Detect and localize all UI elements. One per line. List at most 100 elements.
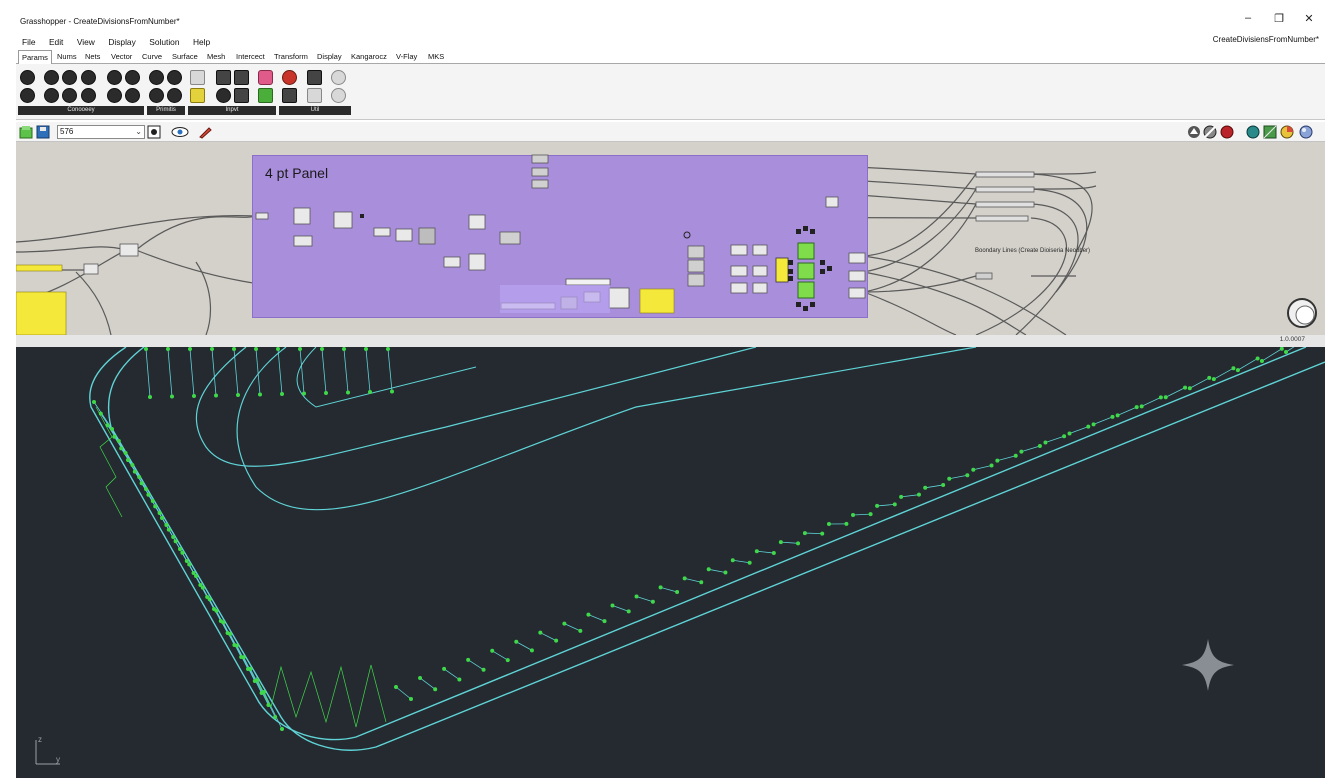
component-node[interactable]: [373, 227, 391, 237]
menu-view[interactable]: View: [77, 34, 95, 50]
rhino-viewport[interactable]: z y: [16, 347, 1325, 778]
brep-icon[interactable]: [62, 70, 77, 85]
component-node[interactable]: [255, 212, 269, 220]
component-node[interactable]: [730, 244, 748, 256]
arrow-outline-icon[interactable]: [307, 88, 322, 103]
param-grip[interactable]: [788, 260, 793, 265]
preview-selected-icon[interactable]: [1220, 125, 1234, 139]
param-grip[interactable]: [827, 266, 832, 271]
component-node[interactable]: [119, 243, 139, 257]
param-grip[interactable]: [796, 302, 801, 307]
graph-mapper-icon[interactable]: [258, 88, 273, 103]
tab-vflay[interactable]: V-Flay: [393, 50, 420, 64]
component-node[interactable]: [848, 270, 866, 282]
close-button[interactable]: ✕: [1300, 12, 1318, 25]
param-grip[interactable]: [683, 231, 691, 239]
component-node[interactable]: [752, 282, 768, 294]
mesh-settings-icon[interactable]: [1263, 125, 1277, 139]
param-grip[interactable]: [810, 229, 815, 234]
slider-icon[interactable]: [234, 70, 249, 85]
mesh-icon[interactable]: [107, 70, 122, 85]
component-node[interactable]: [418, 227, 436, 245]
folder-icon[interactable]: [19, 125, 33, 139]
save-icon[interactable]: [36, 125, 50, 139]
param-grip[interactable]: [788, 276, 793, 281]
green-component[interactable]: [797, 242, 815, 260]
tab-curve[interactable]: Curve: [139, 50, 165, 64]
menu-display[interactable]: Display: [108, 34, 135, 50]
param-grip[interactable]: [820, 269, 825, 274]
value-list-icon[interactable]: [234, 88, 249, 103]
menu-help[interactable]: Help: [193, 34, 210, 50]
tab-params[interactable]: Params: [18, 50, 52, 64]
component-node[interactable]: [975, 201, 1035, 208]
tab-mesh[interactable]: Mesh: [204, 50, 228, 64]
sketch-pen-icon[interactable]: [198, 125, 212, 139]
tab-nums[interactable]: Nums: [54, 50, 80, 64]
component-node[interactable]: [443, 256, 461, 268]
component-node[interactable]: [395, 228, 413, 242]
text-icon[interactable]: [167, 88, 182, 103]
tab-kangaroo[interactable]: Kangarocz: [348, 50, 390, 64]
group-icon[interactable]: [125, 88, 140, 103]
component-node[interactable]: [468, 253, 486, 271]
param-grip[interactable]: [810, 302, 815, 307]
arrow-right-icon[interactable]: [307, 70, 322, 85]
tab-nets[interactable]: Nets: [82, 50, 103, 64]
menu-file[interactable]: File: [22, 34, 36, 50]
component-node[interactable]: [975, 186, 1035, 193]
tab-display[interactable]: Display: [314, 50, 345, 64]
param-grip[interactable]: [803, 226, 808, 231]
component-node[interactable]: [468, 214, 486, 230]
component-node[interactable]: [825, 196, 839, 208]
flask-icon[interactable]: [331, 88, 346, 103]
data-dam-icon[interactable]: [282, 88, 297, 103]
twisted-box-icon[interactable]: [125, 70, 140, 85]
panel-icon[interactable]: [190, 88, 205, 103]
toggle-icon[interactable]: [216, 70, 231, 85]
component-node[interactable]: [565, 278, 611, 286]
component-node[interactable]: [848, 287, 866, 299]
component-node[interactable]: [499, 231, 521, 245]
zoom-dropdown[interactable]: 576 ⌄: [57, 125, 145, 139]
color-wheel-icon[interactable]: [1280, 125, 1294, 139]
component-node[interactable]: [293, 207, 311, 225]
cherries-icon[interactable]: [282, 70, 297, 85]
gradient-icon[interactable]: [258, 70, 273, 85]
tab-mks[interactable]: MKS: [425, 50, 447, 64]
component-node[interactable]: [730, 282, 748, 294]
yellow-panel[interactable]: [16, 291, 67, 335]
component-node[interactable]: [83, 263, 99, 275]
tab-vector[interactable]: Vector: [108, 50, 135, 64]
sphere-icon[interactable]: [1299, 125, 1313, 139]
component-node[interactable]: [333, 211, 353, 229]
preview-shaded-icon[interactable]: [1187, 125, 1201, 139]
component-node[interactable]: [687, 245, 705, 259]
restore-button[interactable]: ❐: [1270, 12, 1288, 25]
integer-icon[interactable]: [167, 70, 182, 85]
arc-icon[interactable]: [62, 88, 77, 103]
tab-surface[interactable]: Surface: [169, 50, 201, 64]
menu-solution[interactable]: Solution: [149, 34, 179, 50]
component-node[interactable]: [531, 179, 549, 189]
yellow-panel[interactable]: [775, 257, 789, 283]
boolean-icon[interactable]: [149, 70, 164, 85]
preview-wire-icon[interactable]: [1203, 125, 1217, 139]
field-icon[interactable]: [107, 88, 122, 103]
button-icon[interactable]: [216, 88, 231, 103]
doc-preview-icon[interactable]: [1246, 125, 1260, 139]
component-node[interactable]: [752, 265, 768, 277]
surface-icon[interactable]: [81, 70, 96, 85]
component-node[interactable]: [975, 215, 1029, 222]
param-grip[interactable]: [788, 269, 793, 274]
param-grip[interactable]: [803, 306, 808, 311]
param-grip[interactable]: [820, 260, 825, 265]
tab-transform[interactable]: Transform: [271, 50, 311, 64]
green-component[interactable]: [797, 281, 815, 299]
menu-edit[interactable]: Edit: [49, 34, 63, 50]
component-node[interactable]: [608, 287, 630, 309]
minimize-button[interactable]: –: [1239, 12, 1257, 24]
component-node[interactable]: [730, 265, 748, 277]
component-node[interactable]: [531, 167, 549, 177]
tab-intersect[interactable]: Intercect: [233, 50, 268, 64]
